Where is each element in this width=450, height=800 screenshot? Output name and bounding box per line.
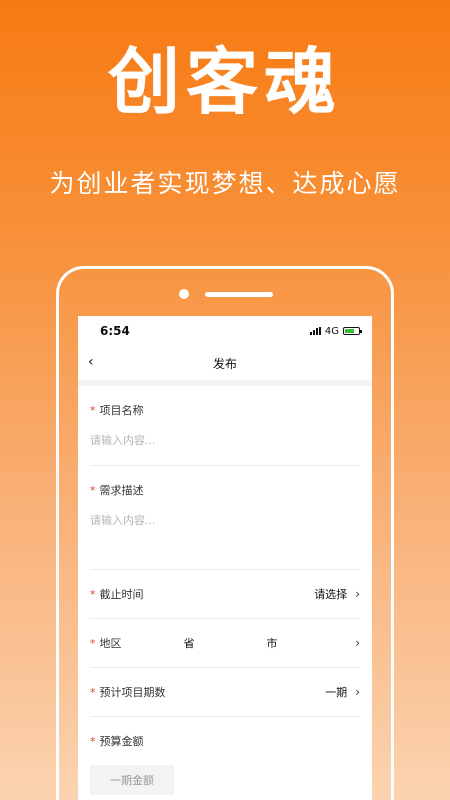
chevron-left-icon[interactable]: ‹ (88, 354, 94, 370)
required-mark: * (90, 483, 96, 497)
city-select[interactable]: 市 (267, 635, 278, 651)
region-label: * 地区 (90, 635, 122, 651)
deadline-label: * 截止时间 (90, 586, 144, 602)
project-name-field: * 项目名称 请输入内容... (90, 386, 360, 466)
requirement-desc-label: * 需求描述 (90, 482, 360, 498)
phases-label: * 预计项目期数 (90, 684, 166, 700)
required-mark: * (90, 587, 96, 601)
region-left: * 地区 省 市 (90, 635, 278, 651)
status-bar: 6:54 4G (78, 316, 372, 346)
network-label: 4G (324, 325, 339, 337)
required-mark: * (90, 685, 96, 699)
nav-bar: ‹ 发布 (78, 346, 372, 386)
project-name-label: * 项目名称 (90, 402, 360, 418)
publish-form: * 项目名称 请输入内容... * 需求描述 请输入内容... * 截止时间 请… (78, 386, 372, 795)
requirement-desc-field: * 需求描述 请输入内容... (90, 466, 360, 570)
phases-label-text: 预计项目期数 (99, 686, 166, 699)
region-label-text: 地区 (99, 637, 122, 650)
project-name-label-text: 项目名称 (99, 404, 144, 417)
hero-subtitle: 为创业者实现梦想、达成心愿 (49, 169, 401, 198)
project-name-input[interactable]: 请输入内容... (90, 432, 360, 448)
chevron-right-icon: › (355, 587, 360, 601)
phases-row[interactable]: * 预计项目期数 一期 › (90, 668, 360, 717)
chevron-right-icon: › (355, 685, 360, 699)
camera-icon (179, 289, 189, 299)
status-indicators: 4G (309, 325, 362, 337)
required-mark: * (90, 636, 96, 650)
budget-input[interactable]: 一期金额 (90, 765, 174, 795)
hero-title: 创客魂 (107, 40, 342, 124)
budget-label: * 预算金额 (90, 733, 360, 749)
phases-value[interactable]: 一期 › (325, 684, 360, 700)
battery-icon (343, 327, 362, 335)
phone-screen: 6:54 4G ‹ 发布 * 项目名称 请输入内容... * 需求描述 请输入内… (78, 316, 372, 800)
province-select[interactable]: 省 (184, 635, 195, 651)
speaker-icon (205, 292, 273, 297)
signal-icon (309, 327, 321, 335)
requirement-desc-input[interactable]: 请输入内容... (90, 512, 360, 528)
chevron-right-icon[interactable]: › (355, 636, 360, 650)
status-time: 6:54 (100, 324, 130, 338)
deadline-value[interactable]: 请选择 › (314, 586, 360, 602)
required-mark: * (90, 403, 96, 417)
required-mark: * (90, 734, 96, 748)
requirement-desc-label-text: 需求描述 (99, 484, 144, 497)
budget-field: * 预算金额 一期金额 (90, 717, 360, 795)
deadline-label-text: 截止时间 (99, 588, 144, 601)
phases-select-text[interactable]: 一期 (325, 684, 347, 700)
page-title: 发布 (212, 356, 237, 371)
region-row: * 地区 省 市 › (90, 619, 360, 668)
deadline-row[interactable]: * 截止时间 请选择 › (90, 570, 360, 619)
budget-label-text: 预算金额 (99, 735, 144, 748)
deadline-select-text[interactable]: 请选择 (314, 586, 347, 602)
